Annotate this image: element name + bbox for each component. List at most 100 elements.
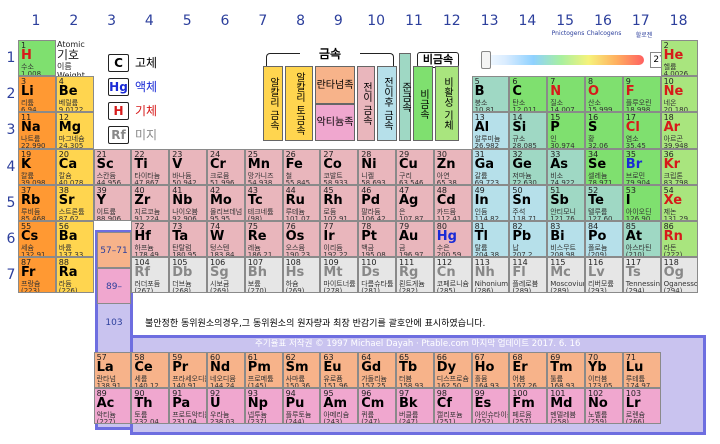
element-zr[interactable]: 40 Zr 지르코늄 91.224	[131, 184, 170, 221]
element-cm[interactable]: 96 Cm 퀴륨 (247)	[358, 388, 396, 425]
period-header-1[interactable]: 1	[4, 40, 18, 76]
element-cs[interactable]: 55 Cs 세슘 132.91	[18, 221, 56, 258]
category-noble[interactable]: 비활성 기체	[435, 66, 459, 141]
element-sc[interactable]: 21 Sc 스칸듐 44.956	[93, 148, 132, 185]
group-header-2[interactable]: 2	[56, 8, 92, 34]
group-header-5[interactable]: 5	[169, 8, 205, 34]
element-sm[interactable]: 62 Sm 사마륨 150.36	[282, 352, 321, 389]
element-nh[interactable]: 113 Nh Nihonium (286)	[471, 257, 510, 294]
element-es[interactable]: 99 Es 아인슈타이늄 (252)	[471, 388, 510, 425]
period-header-2[interactable]: 2	[4, 76, 18, 112]
category-nonmetal[interactable]: 비금속	[413, 66, 433, 141]
actinoid-reference[interactable]: 89–103	[97, 268, 131, 328]
element-sn[interactable]: 50 Sn 주석 118.71	[509, 184, 548, 221]
group-header-7[interactable]: 7	[245, 8, 281, 34]
element-rg[interactable]: 111 Rg 뢴트게늄 (282)	[396, 257, 434, 294]
element-o[interactable]: 8 O 산소 15.999	[585, 76, 623, 113]
element-fm[interactable]: 100 Fm 페르뮴 (257)	[509, 388, 548, 425]
element-ga[interactable]: 31 Ga 갈륨 69.723	[471, 148, 510, 185]
group-header-14[interactable]: 14	[509, 8, 545, 34]
element-tc[interactable]: 43 Tc 테크네튬 (98)	[244, 184, 283, 221]
element-md[interactable]: 101 Md 멘델레븀 (258)	[547, 388, 585, 425]
element-ti[interactable]: 22 Ti 타이타늄 47.867	[131, 148, 170, 185]
element-nb[interactable]: 41 Nb 나이오븀 92.906	[169, 184, 207, 221]
element-cn[interactable]: 112 Cn 코페르니슘 (285)	[433, 257, 472, 294]
element-b[interactable]: 5 B 붕소 10.81	[471, 76, 510, 113]
element-rb[interactable]: 37 Rb 루비듐 85.468	[18, 184, 56, 221]
group-header-12[interactable]: 12	[434, 8, 470, 34]
element-bi[interactable]: 83 Bi 비스무트 208.98	[547, 221, 585, 258]
element-sg[interactable]: 106 Sg 시보귬 (269)	[207, 257, 245, 294]
element-hg[interactable]: 80 Hg 수은 200.59	[433, 221, 472, 258]
group-header-11[interactable]: 11	[396, 8, 432, 34]
period-header-6[interactable]: 6	[4, 221, 18, 257]
element-rf[interactable]: 104 Rf 러더포듐 (267)	[131, 257, 170, 294]
lanthanoid-reference[interactable]: 57–71	[97, 232, 131, 268]
element-te[interactable]: 52 Te 텔루륨 127.60	[585, 184, 623, 221]
element-pa[interactable]: 91 Pa 프로트악티늄 231.04	[169, 388, 207, 425]
element-pt[interactable]: 78 Pt 백금 195.08	[358, 221, 396, 258]
element-pr[interactable]: 59 Pr 프라세오디뮴 140.91	[169, 352, 207, 389]
element-re[interactable]: 75 Re 레늄 186.21	[244, 221, 283, 258]
element-fl[interactable]: 114 Fl 플레로븀 (289)	[509, 257, 548, 294]
element-no[interactable]: 102 No 노벨륨 (259)	[585, 388, 623, 425]
element-sr[interactable]: 38 Sr 스트론튬 87.62	[55, 184, 94, 221]
element-u[interactable]: 92 U 우라늄 238.03	[207, 388, 245, 425]
legend-state-1-symbol[interactable]: C	[108, 54, 129, 72]
element-ds[interactable]: 110 Ds 다름슈타튬 (281)	[358, 257, 396, 294]
element-yb[interactable]: 70 Yb 이터븀 173.05	[585, 352, 623, 389]
element-cr[interactable]: 24 Cr 크로뮴 51.996	[207, 148, 245, 185]
element-ru[interactable]: 44 Ru 루테늄 101.07	[282, 184, 321, 221]
legend-state-2-symbol[interactable]: Hg	[108, 78, 129, 96]
element-nd[interactable]: 60 Nd 네오디뮴 144.24	[207, 352, 245, 389]
group-header-6[interactable]: 6	[207, 8, 243, 34]
category-lanthanoid[interactable]: 란타넘족	[315, 66, 355, 104]
element-ra[interactable]: 88 Ra 라듐 (226)	[55, 257, 94, 294]
element-fr[interactable]: 87 Fr 프랑슘 (223)	[18, 257, 56, 294]
element-og[interactable]: 118OgOganesson(294)	[660, 257, 699, 294]
element-mg[interactable]: 12 Mg 마그네슘 24.305	[55, 112, 94, 149]
element-se[interactable]: 34 Se 셀레늄 78.971	[585, 148, 623, 185]
element-ac[interactable]: 89 Ac 악티늄 (227)	[93, 388, 132, 425]
element-w[interactable]: 74 W 텅스텐 183.84	[207, 221, 245, 258]
element-tb[interactable]: 65 Tb 터븀 158.93	[396, 352, 434, 389]
element-er[interactable]: 68 Er 어븀 167.26	[509, 352, 548, 389]
element-mn[interactable]: 25 Mn 망가니즈 54.938	[244, 148, 283, 185]
element-ge[interactable]: 32 Ge 저마늄 72.630	[509, 148, 548, 185]
group-header-13[interactable]: 13	[472, 8, 508, 34]
element-cd[interactable]: 48 Cd 카드뮴 112.41	[433, 184, 472, 221]
element-co[interactable]: 27 Co 코발트 58.933	[320, 148, 359, 185]
element-ne[interactable]: 10 Ne 네온 20.180	[660, 76, 699, 113]
group-header-8[interactable]: 8	[283, 8, 319, 34]
element-p[interactable]: 15 P 인 30.974	[547, 112, 585, 149]
element-db[interactable]: 105 Db 더브늄 (268)	[169, 257, 207, 294]
element-po[interactable]: 84 Po 폴로늄 (209)	[585, 221, 623, 258]
element-xe[interactable]: 54 Xe 제논 131.29	[660, 184, 699, 221]
category-post[interactable]: 전이후 금속	[377, 66, 397, 141]
element-tl[interactable]: 81 Tl 탈륨 204.38	[471, 221, 510, 258]
element-ho[interactable]: 67 Ho 홀뮴 164.93	[471, 352, 510, 389]
element-dy[interactable]: 66 Dy 디스프로슘 162.50	[433, 352, 472, 389]
element-bk[interactable]: 97 Bk 버클륨 (247)	[396, 388, 434, 425]
element-bh[interactable]: 107 Bh 보륨 (270)	[244, 257, 283, 294]
category-actinoid[interactable]: 악티늄족	[315, 104, 355, 141]
element-th[interactable]: 90 Th 토륨 232.04	[131, 388, 170, 425]
element-zn[interactable]: 30 Zn 아연 65.38	[433, 148, 472, 185]
legend-state-4-symbol[interactable]: Rf	[108, 126, 129, 144]
element-ag[interactable]: 47 Ag 은 107.87	[396, 184, 434, 221]
element-f[interactable]: 9 F 플루오린 18.998	[622, 76, 661, 113]
category-metalloid[interactable]: 준금속	[399, 53, 411, 141]
element-i[interactable]: 53 I 아이오딘 126.90	[622, 184, 661, 221]
element-in[interactable]: 49 In 인듐 114.82	[471, 184, 510, 221]
group-header-4[interactable]: 4	[131, 8, 167, 34]
element-c[interactable]: 6 C 탄소 12.011	[509, 76, 548, 113]
element-tm[interactable]: 69 Tm 툴륨 168.93	[547, 352, 585, 389]
category-transition[interactable]: 전이 금속	[357, 66, 375, 141]
element-al[interactable]: 13 Al 알루미늄 26.982	[471, 112, 510, 149]
element-ta[interactable]: 73 Ta 탄탈럼 180.95	[169, 221, 207, 258]
group-header-10[interactable]: 10	[358, 8, 394, 34]
element-fe[interactable]: 26 Fe 철 55.845	[282, 148, 321, 185]
element-s[interactable]: 16 S 황 32.06	[585, 112, 623, 149]
element-pu[interactable]: 94 Pu 플루토늄 (244)	[282, 388, 321, 425]
element-n[interactable]: 7 N 질소 14.007	[547, 76, 585, 113]
